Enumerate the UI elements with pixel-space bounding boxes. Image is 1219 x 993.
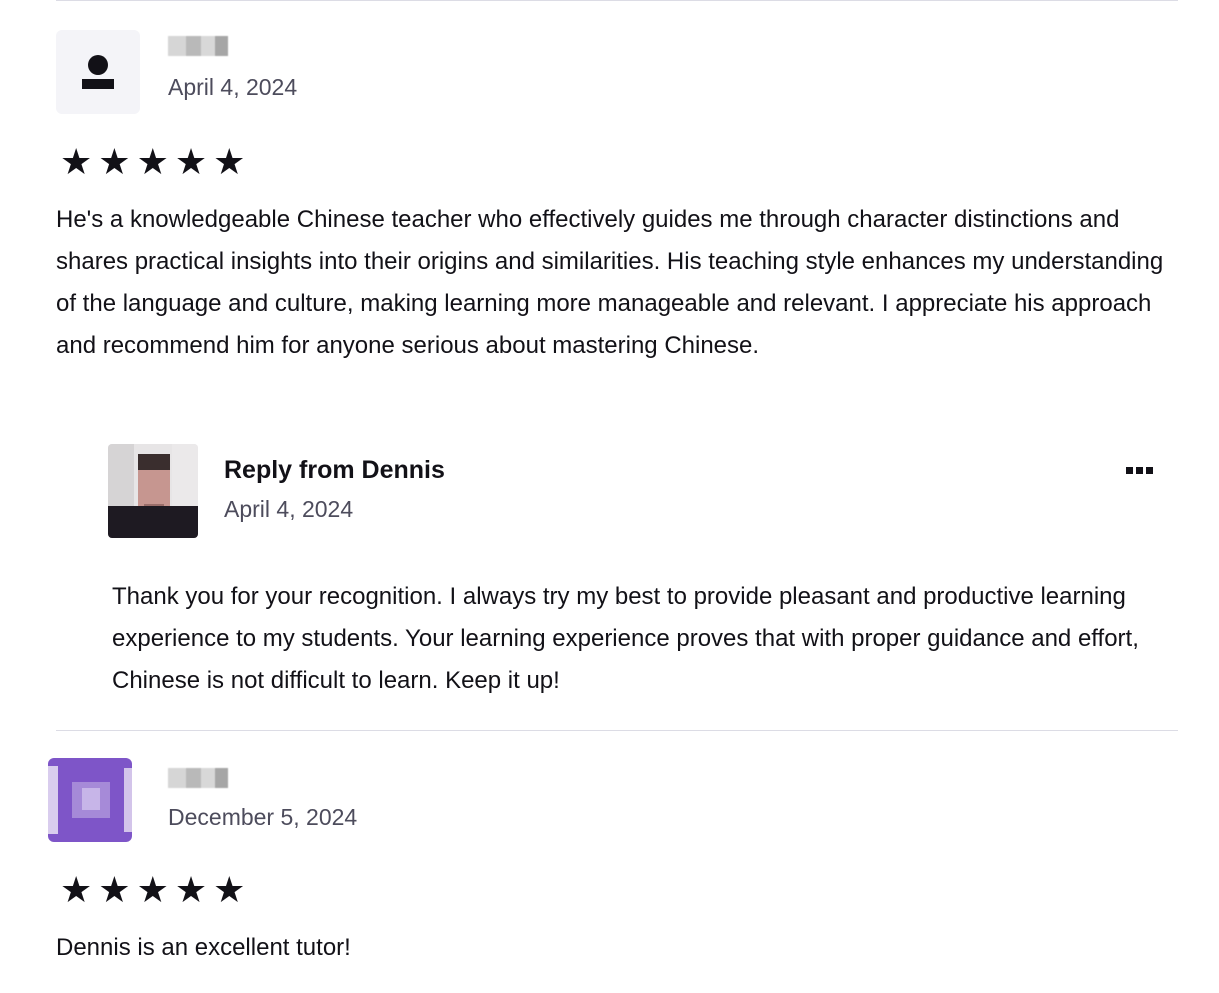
more-options-button[interactable] xyxy=(1120,458,1160,482)
star-icon: ★ xyxy=(98,141,137,182)
review-date: December 5, 2024 xyxy=(168,804,358,830)
reviewer-name-redacted xyxy=(168,36,228,56)
review-item: April 4, 2024 ★★★★★ He's a knowledgeable… xyxy=(56,30,1178,410)
review-item: December 5, 2024 ★★★★★ Dennis is an exce… xyxy=(48,758,1178,988)
star-icon: ★ xyxy=(174,141,214,182)
reviewer-avatar xyxy=(48,758,132,842)
star-icon: ★ xyxy=(174,869,214,910)
star-icon: ★ xyxy=(136,141,175,182)
star-icon: ★ xyxy=(60,141,99,182)
reply-title: Reply from Dennis xyxy=(224,456,445,484)
tutor-avatar xyxy=(108,444,198,538)
tutor-reply: Reply from Dennis April 4, 2024 Thank yo… xyxy=(56,444,1178,704)
star-rating: ★★★★★ xyxy=(60,144,251,180)
default-avatar xyxy=(56,30,140,114)
review-divider xyxy=(56,730,1178,731)
star-icon: ★ xyxy=(213,141,252,182)
reviewer-name-redacted xyxy=(168,768,228,788)
star-icon: ★ xyxy=(98,869,137,910)
star-icon: ★ xyxy=(213,869,252,910)
review-header: April 4, 2024 xyxy=(56,30,1178,116)
star-rating: ★★★★★ xyxy=(60,872,251,908)
star-icon: ★ xyxy=(136,869,175,910)
review-divider xyxy=(56,0,1178,1)
review-text: Dennis is an excellent tutor! xyxy=(56,934,351,961)
review-date: April 4, 2024 xyxy=(168,74,298,100)
person-icon xyxy=(88,55,108,75)
reply-text: Thank you for your recognition. I always… xyxy=(112,583,1139,694)
star-icon: ★ xyxy=(60,869,99,910)
reply-date: April 4, 2024 xyxy=(224,496,354,522)
review-header: December 5, 2024 xyxy=(48,758,1178,844)
review-text: He's a knowledgeable Chinese teacher who… xyxy=(56,206,1164,359)
